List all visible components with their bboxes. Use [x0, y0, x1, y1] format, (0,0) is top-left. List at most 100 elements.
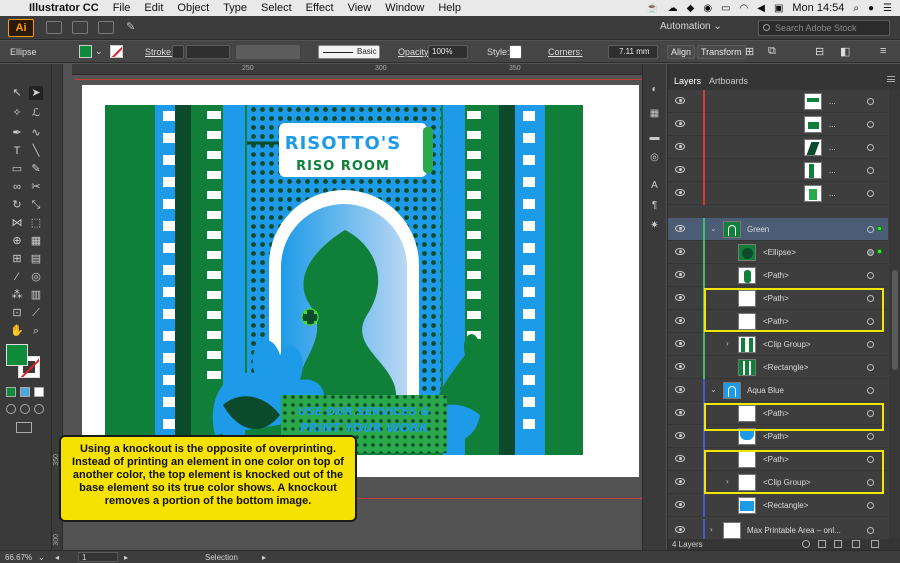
- visibility-eye-icon[interactable]: [675, 166, 685, 173]
- stroke-stepper[interactable]: [172, 45, 184, 59]
- zoom-dropdown-icon[interactable]: ⌄: [38, 553, 45, 562]
- magic-wand-icon[interactable]: ✧: [10, 106, 24, 120]
- expand-chevron-icon[interactable]: ⌄: [710, 385, 717, 394]
- perspective-grid-icon[interactable]: ▦: [29, 234, 43, 248]
- zoom-level[interactable]: 66.67%: [5, 553, 32, 562]
- clock[interactable]: Mon 14:54: [792, 2, 844, 14]
- visibility-eye-icon[interactable]: [675, 340, 685, 347]
- search-icon[interactable]: ⌕: [853, 3, 859, 14]
- shaper-tool-icon[interactable]: ∞: [10, 180, 24, 194]
- menu-app-name[interactable]: Illustrator CC: [22, 2, 106, 14]
- layers-row[interactable]: ...: [668, 113, 888, 136]
- bridge-icon[interactable]: [46, 21, 62, 34]
- none-mode-icon[interactable]: [34, 387, 44, 397]
- arrange-documents-icon[interactable]: [98, 21, 114, 34]
- slice-tool-icon[interactable]: ⟋: [29, 306, 43, 320]
- curvature-icon[interactable]: ∿: [29, 126, 43, 140]
- workspace-switcher[interactable]: Automation ⌄: [660, 21, 722, 32]
- status-arrow-icon[interactable]: ▸: [262, 553, 266, 562]
- selection-tool-icon[interactable]: ➤: [29, 86, 43, 100]
- new-sublayer-icon[interactable]: [834, 540, 842, 548]
- visibility-eye-icon[interactable]: [675, 526, 685, 533]
- character-panel-icon[interactable]: A: [648, 180, 661, 192]
- layers-row[interactable]: ...: [668, 90, 888, 113]
- target-circle-icon[interactable]: [867, 527, 874, 534]
- layers-row[interactable]: <Ellipse>: [668, 241, 888, 264]
- panel-menu-icon[interactable]: [887, 76, 895, 82]
- new-layer-icon[interactable]: [852, 540, 860, 548]
- visibility-eye-icon[interactable]: [675, 363, 685, 370]
- list-icon[interactable]: ☰: [883, 3, 892, 14]
- visibility-eye-icon[interactable]: [675, 317, 685, 324]
- recolor-icon[interactable]: ◧: [840, 45, 850, 58]
- layers-row[interactable]: ...: [668, 182, 888, 205]
- visibility-eye-icon[interactable]: [675, 271, 685, 278]
- isolate-icon[interactable]: ⧉: [768, 45, 776, 58]
- arrange-icon[interactable]: ⊟: [815, 45, 824, 58]
- menu-help[interactable]: Help: [431, 2, 468, 14]
- appearance-panel-icon[interactable]: ✷: [648, 220, 661, 232]
- blend-tool-icon[interactable]: ◎: [29, 270, 43, 284]
- layers-row-aqua-blue[interactable]: ⌄ Aqua Blue: [668, 379, 888, 402]
- symbol-sprayer-icon[interactable]: ⁂: [10, 288, 24, 302]
- visibility-eye-icon[interactable]: [675, 409, 685, 416]
- previous-artboard-icon[interactable]: ◂: [55, 553, 59, 562]
- zoom-tool-icon[interactable]: ⌕: [29, 324, 43, 338]
- menu-object[interactable]: Object: [170, 2, 216, 14]
- opacity-label[interactable]: Opacity:: [398, 47, 431, 57]
- layers-row[interactable]: ...: [668, 136, 888, 159]
- fill-color-box[interactable]: [6, 344, 28, 366]
- corners-label[interactable]: Corners:: [548, 47, 583, 57]
- visibility-eye-icon[interactable]: [675, 386, 685, 393]
- menu-edit[interactable]: Edit: [137, 2, 170, 14]
- tab-layers[interactable]: Layers: [674, 76, 701, 86]
- visibility-eye-icon[interactable]: [675, 189, 685, 196]
- free-transform-icon[interactable]: ⬚: [29, 216, 43, 230]
- type-tool-icon[interactable]: T: [10, 144, 24, 158]
- dropbox-icon[interactable]: ◆: [687, 3, 695, 14]
- stroke-swatch[interactable]: [110, 45, 123, 58]
- layers-row-green[interactable]: ⌄ Green: [668, 218, 888, 241]
- pen-tool-icon[interactable]: ✒: [10, 126, 24, 140]
- volume-icon[interactable]: ◀: [757, 3, 765, 14]
- visibility-eye-icon[interactable]: [675, 97, 685, 104]
- siri-icon[interactable]: ●: [868, 3, 874, 14]
- make-clipping-mask-icon[interactable]: [818, 540, 826, 548]
- swatches-panel-icon[interactable]: ▦: [648, 108, 661, 120]
- trash-icon[interactable]: [871, 540, 879, 548]
- gradient-tool-icon[interactable]: ▤: [29, 252, 43, 266]
- flag-icon[interactable]: ▣: [774, 3, 783, 14]
- gradient-mode-icon[interactable]: [20, 387, 30, 397]
- expand-chevron-icon[interactable]: ⌄: [710, 224, 717, 233]
- scissors-icon[interactable]: ✂: [29, 180, 43, 194]
- width-tool-icon[interactable]: ⋈: [10, 216, 24, 230]
- menu-type[interactable]: Type: [216, 2, 254, 14]
- target-circle-icon[interactable]: [867, 249, 874, 256]
- airplay-icon[interactable]: ▭: [721, 3, 730, 14]
- visibility-eye-icon[interactable]: [675, 432, 685, 439]
- scale-tool-icon[interactable]: ⤡: [29, 198, 43, 212]
- layers-row[interactable]: <Path>: [668, 264, 888, 287]
- stroke-label[interactable]: Stroke:: [145, 47, 174, 57]
- layers-row[interactable]: › <Clip Group>: [668, 333, 888, 356]
- transform-button[interactable]: Transform: [697, 45, 746, 59]
- corners-field[interactable]: 7.11 mm: [608, 45, 658, 59]
- next-artboard-icon[interactable]: ▸: [124, 553, 128, 562]
- color-mode-icon[interactable]: [6, 387, 16, 397]
- menu-effect[interactable]: Effect: [299, 2, 341, 14]
- layers-row[interactable]: <Rectangle>: [668, 356, 888, 379]
- rectangle-tool-icon[interactable]: ▭: [10, 162, 24, 176]
- direct-selection-icon[interactable]: ↖: [10, 86, 24, 100]
- target-circle-icon[interactable]: [867, 190, 874, 197]
- brush-definition[interactable]: Basic: [318, 45, 380, 59]
- brushes-panel-icon[interactable]: ▬: [648, 132, 661, 144]
- horizontal-ruler[interactable]: 250 300 350 400: [72, 64, 665, 75]
- mesh-tool-icon[interactable]: ⊞: [10, 252, 24, 266]
- menu-window[interactable]: Window: [378, 2, 431, 14]
- stroke-weight-field[interactable]: [186, 45, 230, 59]
- paintbrush-icon[interactable]: ✎: [29, 162, 43, 176]
- visibility-eye-icon[interactable]: [675, 225, 685, 232]
- control-menu-icon[interactable]: ≡: [880, 45, 886, 57]
- wifi-icon[interactable]: ◠: [740, 3, 749, 14]
- variable-width-profile[interactable]: [236, 45, 300, 59]
